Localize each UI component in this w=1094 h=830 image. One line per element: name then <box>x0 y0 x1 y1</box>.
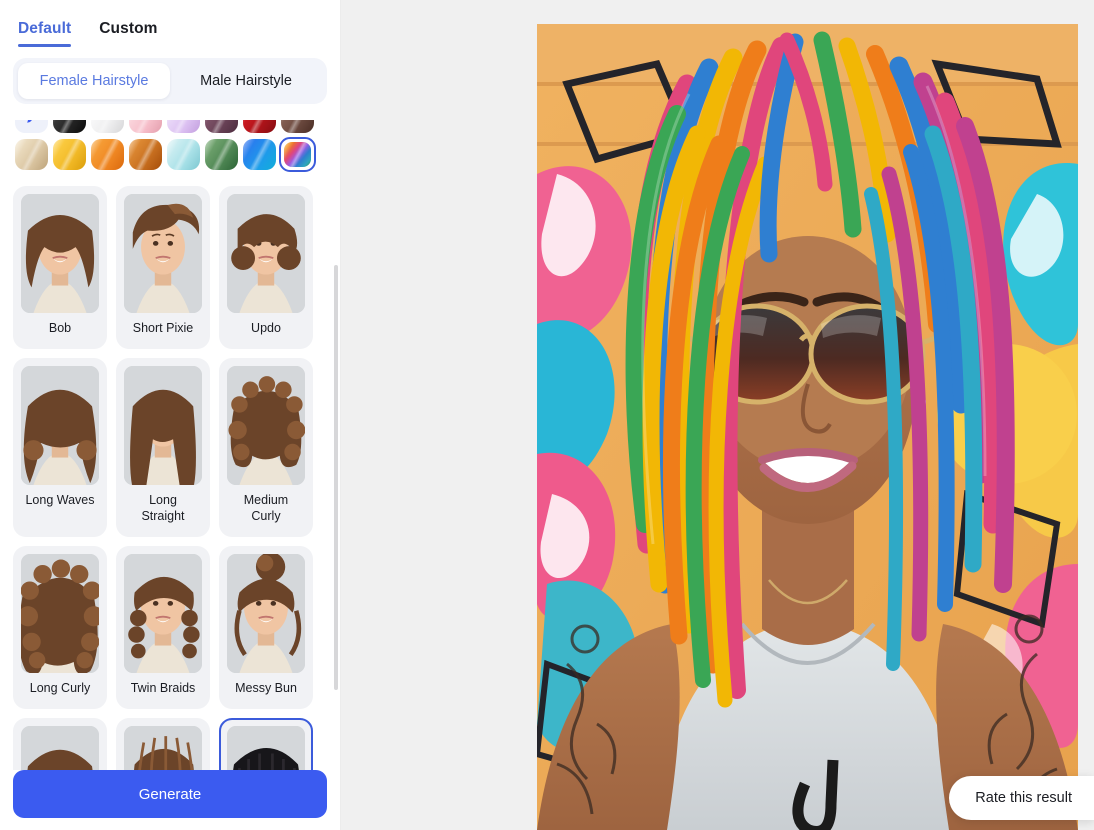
scrollbar-thumb[interactable] <box>334 265 338 690</box>
color-swatch-fill-blue <box>243 139 276 170</box>
long-curly-thumbnail <box>21 554 99 673</box>
left-panel: Default Custom Female Hairstyle Male Hai… <box>0 0 341 830</box>
generate-bar: Generate <box>0 770 340 830</box>
twin-braids-thumbnail <box>124 554 202 673</box>
hairstyle-card-messy-bun[interactable]: Messy Bun <box>219 546 313 709</box>
hairstyle-card-label: Medium Curly <box>243 493 289 523</box>
bob-thumbnail <box>21 194 99 313</box>
color-swatch-dark-orange[interactable] <box>127 137 164 172</box>
hairstyle-card-label: Twin Braids <box>130 681 196 695</box>
color-swatch-lavender[interactable] <box>165 120 202 135</box>
hairstyle-card-short-pixie[interactable]: Short Pixie <box>116 186 210 349</box>
color-swatch-blue[interactable] <box>241 137 278 172</box>
tab-default[interactable]: Default <box>18 20 72 47</box>
hairstyle-card-long-curly[interactable]: Long Curly <box>13 546 107 709</box>
color-swatch-rainbow[interactable] <box>279 137 316 172</box>
color-swatch-plum[interactable] <box>203 120 240 135</box>
color-swatch-fill-custom-color-picker <box>15 120 48 133</box>
hairstyle-card-long-waves[interactable]: Long Waves <box>13 358 107 537</box>
options-scroll-area: Bob Short Pixie Updo Long Waves Long Straigh… <box>0 120 340 782</box>
rate-this-result-button[interactable]: Rate this result <box>949 776 1094 820</box>
color-swatch-cream-blonde[interactable] <box>13 137 50 172</box>
options-scrollbar[interactable] <box>333 120 339 782</box>
long-curly-thumbnail <box>21 554 99 673</box>
color-swatch-fill-orange <box>91 139 124 170</box>
short-pixie-thumbnail <box>124 194 202 313</box>
hairstyle-editor-app: Default Custom Female Hairstyle Male Hai… <box>0 0 1094 830</box>
updo-thumbnail <box>227 194 305 313</box>
color-swatch-light-cyan[interactable] <box>165 137 202 172</box>
color-swatch-brown[interactable] <box>279 120 316 135</box>
color-swatch-fill-white <box>91 120 124 133</box>
messy-bun-thumbnail <box>227 554 305 673</box>
hairstyle-card-bob[interactable]: Bob <box>13 186 107 349</box>
color-swatch-fill-golden-yellow <box>53 139 86 170</box>
color-swatch-fill-dark-orange <box>129 139 162 170</box>
color-swatch-fill-lavender <box>167 120 200 133</box>
bob-thumbnail <box>21 194 99 313</box>
long-waves-thumbnail <box>21 366 99 485</box>
generated-result-image <box>537 24 1078 830</box>
color-swatch-fill-red <box>243 120 276 133</box>
updo-thumbnail <box>227 194 305 313</box>
rate-this-result-label: Rate this result <box>975 790 1072 806</box>
hairstyle-card-label: Short Pixie <box>132 321 194 335</box>
color-swatch-fill-light-cyan <box>167 139 200 170</box>
short-pixie-thumbnail <box>124 194 202 313</box>
tab-custom[interactable]: Custom <box>99 20 157 47</box>
hairstyle-card-twin-braids[interactable]: Twin Braids <box>116 546 210 709</box>
color-swatch-green[interactable] <box>203 137 240 172</box>
color-swatch-golden-yellow[interactable] <box>51 137 88 172</box>
color-swatch-fill-rainbow <box>284 142 311 167</box>
hairstyle-card-grid: Bob Short Pixie Updo Long Waves Long Straigh… <box>0 172 340 782</box>
color-swatch-red[interactable] <box>241 120 278 135</box>
color-swatch-black[interactable] <box>51 120 88 135</box>
color-swatch-fill-pink <box>129 120 162 133</box>
hairstyle-card-medium-curly[interactable]: Medium Curly <box>219 358 313 537</box>
result-canvas: Rate this result <box>341 0 1094 830</box>
hairstyle-card-label: Long Curly <box>29 681 91 695</box>
tab-bar: Default Custom <box>0 0 340 47</box>
segment-male-hairstyle[interactable]: Male Hairstyle <box>170 63 322 99</box>
hairstyle-card-label: Bob <box>48 321 72 335</box>
long-straight-thumbnail <box>124 366 202 485</box>
long-waves-thumbnail <box>21 366 99 485</box>
messy-bun-thumbnail <box>227 554 305 673</box>
long-straight-thumbnail <box>124 366 202 485</box>
segment-female-hairstyle[interactable]: Female Hairstyle <box>18 63 170 99</box>
hairstyle-card-label: Long Straight <box>141 493 185 523</box>
hairstyle-card-label: Updo <box>251 321 281 335</box>
color-swatch-fill-green <box>205 139 238 170</box>
twin-braids-thumbnail <box>124 554 202 673</box>
hair-color-swatch-grid <box>0 120 340 172</box>
color-swatch-orange[interactable] <box>89 137 126 172</box>
medium-curly-thumbnail <box>227 366 305 485</box>
medium-curly-thumbnail <box>227 366 305 485</box>
hairstyle-card-label: Messy Bun <box>235 681 297 695</box>
color-swatch-fill-plum <box>205 120 238 133</box>
gender-segmented-control: Female Hairstyle Male Hairstyle <box>13 58 327 104</box>
color-swatch-custom-color-picker[interactable] <box>13 120 50 135</box>
color-swatch-fill-cream-blonde <box>15 139 48 170</box>
hairstyle-card-updo[interactable]: Updo <box>219 186 313 349</box>
generate-button[interactable]: Generate <box>13 770 327 818</box>
pen-icon <box>26 120 31 123</box>
color-swatch-pink[interactable] <box>127 120 164 135</box>
color-swatch-white[interactable] <box>89 120 126 135</box>
hairstyle-card-long-straight[interactable]: Long Straight <box>116 358 210 537</box>
color-swatch-fill-brown <box>281 120 314 133</box>
hairstyle-card-label: Long Waves <box>25 493 95 507</box>
color-swatch-fill-black <box>53 120 86 133</box>
